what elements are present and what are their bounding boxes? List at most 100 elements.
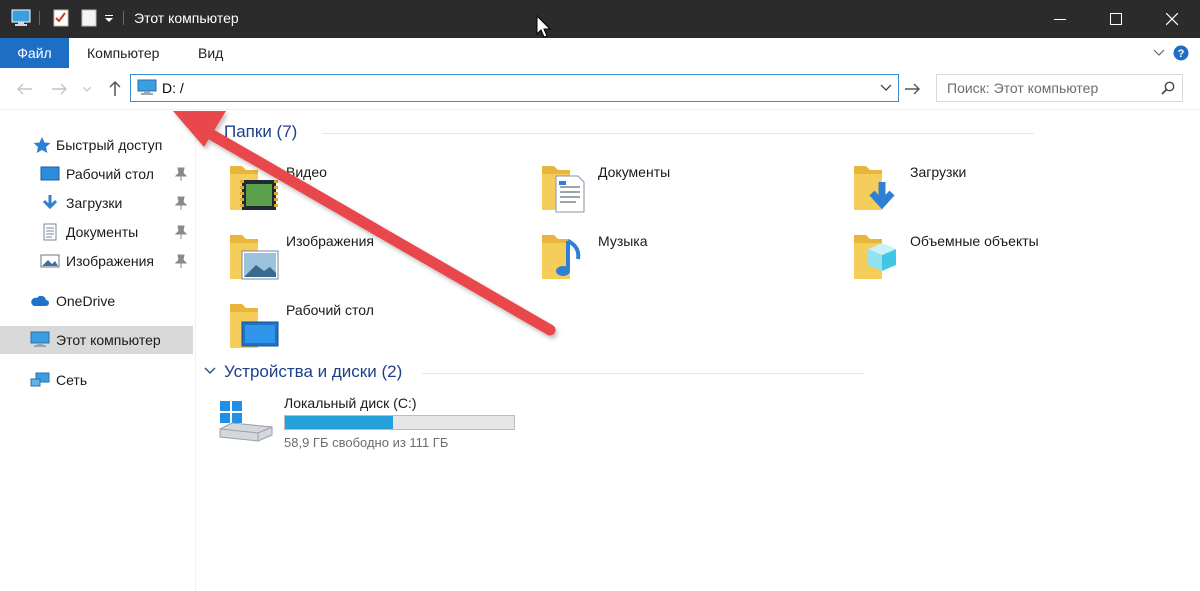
- sidebar-item-onedrive[interactable]: OneDrive: [0, 287, 193, 315]
- title-bar: Этот компьютер: [0, 0, 1200, 38]
- forward-button[interactable]: [48, 78, 70, 100]
- maximize-button[interactable]: [1088, 0, 1144, 38]
- group-title: Устройства и диски (2): [224, 362, 403, 381]
- chevron-down-icon: [204, 367, 216, 374]
- group-header-folders[interactable]: Папки (7): [204, 121, 1034, 145]
- group-header-devices[interactable]: Устройства и диски (2): [204, 361, 864, 385]
- drive-usage-fill: [285, 416, 393, 429]
- navigation-pane: Быстрый доступ Рабочий стол Загрузки Док…: [0, 110, 196, 591]
- sidebar-item-desktop[interactable]: Рабочий стол: [0, 160, 193, 188]
- group-title: Папки (7): [224, 122, 298, 141]
- help-icon: ?: [1173, 45, 1189, 61]
- mouse-cursor-icon: [536, 15, 552, 38]
- tab-file[interactable]: Файл: [0, 38, 69, 68]
- title-separator: [122, 7, 126, 29]
- folder-label: Документы: [598, 164, 671, 180]
- pin-icon[interactable]: [175, 254, 187, 268]
- folder-label: Рабочий стол: [286, 302, 374, 318]
- music-folder-icon: [542, 235, 581, 279]
- folder-label: Изображения: [286, 233, 374, 249]
- sidebar-item-label: Быстрый доступ: [56, 137, 163, 153]
- sidebar-item-downloads[interactable]: Загрузки: [0, 189, 193, 217]
- folder-label: Видео: [286, 164, 327, 180]
- chevron-down-icon[interactable]: [880, 84, 892, 92]
- minimize-button[interactable]: [1032, 0, 1088, 38]
- pin-icon[interactable]: [175, 225, 187, 239]
- window-title: Этот компьютер: [134, 10, 239, 26]
- address-input[interactable]: [162, 78, 842, 98]
- search-box[interactable]: [936, 74, 1183, 102]
- customize-qa-dropdown-icon[interactable]: [102, 7, 116, 29]
- tab-view[interactable]: Вид: [198, 45, 223, 61]
- computer-icon: [137, 79, 157, 95]
- close-button[interactable]: [1144, 0, 1200, 38]
- sidebar-item-network[interactable]: Сеть: [0, 366, 193, 394]
- expand-ribbon-button[interactable]: [1150, 44, 1168, 62]
- sidebar-item-pictures[interactable]: Изображения: [0, 247, 193, 275]
- chevron-down-icon: [204, 127, 216, 134]
- arrow-left-icon: [17, 83, 32, 95]
- go-button[interactable]: [901, 78, 923, 100]
- group-divider: [322, 133, 1034, 134]
- sidebar-item-label: Документы: [66, 224, 139, 240]
- chevron-down-icon: [83, 86, 91, 92]
- folder-tile-desktop[interactable]: Рабочий стол: [228, 298, 528, 360]
- arrow-right-icon: [52, 83, 67, 95]
- document-icon: [43, 223, 57, 241]
- folder-tile-documents[interactable]: Документы: [540, 160, 840, 222]
- video-folder-icon: [230, 166, 278, 210]
- sidebar-item-label: Изображения: [66, 253, 154, 269]
- pin-icon[interactable]: [175, 167, 187, 181]
- computer-icon: [30, 331, 50, 347]
- group-divider: [422, 373, 864, 374]
- new-folder-icon[interactable]: [80, 7, 98, 29]
- sidebar-item-label: OneDrive: [56, 293, 116, 309]
- folder-label: Загрузки: [910, 164, 967, 180]
- sidebar-item-label: Рабочий стол: [66, 166, 154, 182]
- tab-computer[interactable]: Компьютер: [87, 45, 159, 61]
- hard-drive-icon: [219, 401, 273, 442]
- download-icon: [42, 195, 58, 210]
- 3d-objects-folder-icon: [854, 235, 896, 279]
- navigation-bar: [0, 68, 1200, 110]
- folder-tile-music[interactable]: Музыка: [540, 229, 840, 291]
- cloud-icon: [31, 295, 49, 306]
- properties-icon[interactable]: [52, 7, 70, 29]
- up-button[interactable]: [104, 78, 126, 100]
- search-input[interactable]: [947, 79, 1147, 97]
- sidebar-item-quick-access[interactable]: Быстрый доступ: [0, 131, 193, 159]
- documents-folder-icon: [542, 166, 585, 213]
- folder-tile-pictures[interactable]: Изображения: [228, 229, 528, 291]
- pin-icon[interactable]: [175, 196, 187, 210]
- folder-tile-3d-objects[interactable]: Объемные объекты: [852, 229, 1152, 291]
- help-button[interactable]: ?: [1172, 44, 1190, 62]
- sidebar-item-label: Загрузки: [66, 195, 123, 211]
- star-icon: [33, 137, 51, 153]
- arrow-up-icon: [109, 81, 121, 96]
- desktop-icon: [40, 166, 60, 181]
- sidebar-item-label: Этот компьютер: [56, 332, 161, 348]
- network-icon: [30, 372, 50, 387]
- quick-access-separator: [38, 7, 42, 29]
- close-icon: [1166, 13, 1178, 25]
- sidebar-item-this-pc[interactable]: Этот компьютер: [0, 326, 193, 354]
- drive-free-space: 58,9 ГБ свободно из 111 ГБ: [284, 435, 449, 450]
- pictures-folder-icon: [230, 235, 279, 280]
- downloads-folder-icon: [854, 166, 895, 210]
- recent-locations-button[interactable]: [80, 78, 94, 100]
- arrow-right-icon: [905, 83, 920, 95]
- maximize-icon: [1110, 13, 1122, 25]
- search-icon[interactable]: [1161, 81, 1175, 95]
- folder-label: Объемные объекты: [910, 233, 1039, 249]
- folder-label: Музыка: [598, 233, 648, 249]
- sidebar-item-documents[interactable]: Документы: [0, 218, 193, 246]
- pictures-icon: [40, 254, 60, 268]
- address-bar[interactable]: [130, 74, 899, 102]
- folder-tile-downloads[interactable]: Загрузки: [852, 160, 1152, 222]
- computer-app-icon[interactable]: [10, 7, 32, 29]
- back-button[interactable]: [14, 78, 36, 100]
- drive-usage-bar: [284, 415, 515, 430]
- drive-tile-c[interactable]: Локальный диск (C:) 58,9 ГБ свободно из …: [218, 393, 518, 455]
- chevron-down-icon: [1153, 49, 1165, 56]
- folder-tile-video[interactable]: Видео: [228, 160, 528, 222]
